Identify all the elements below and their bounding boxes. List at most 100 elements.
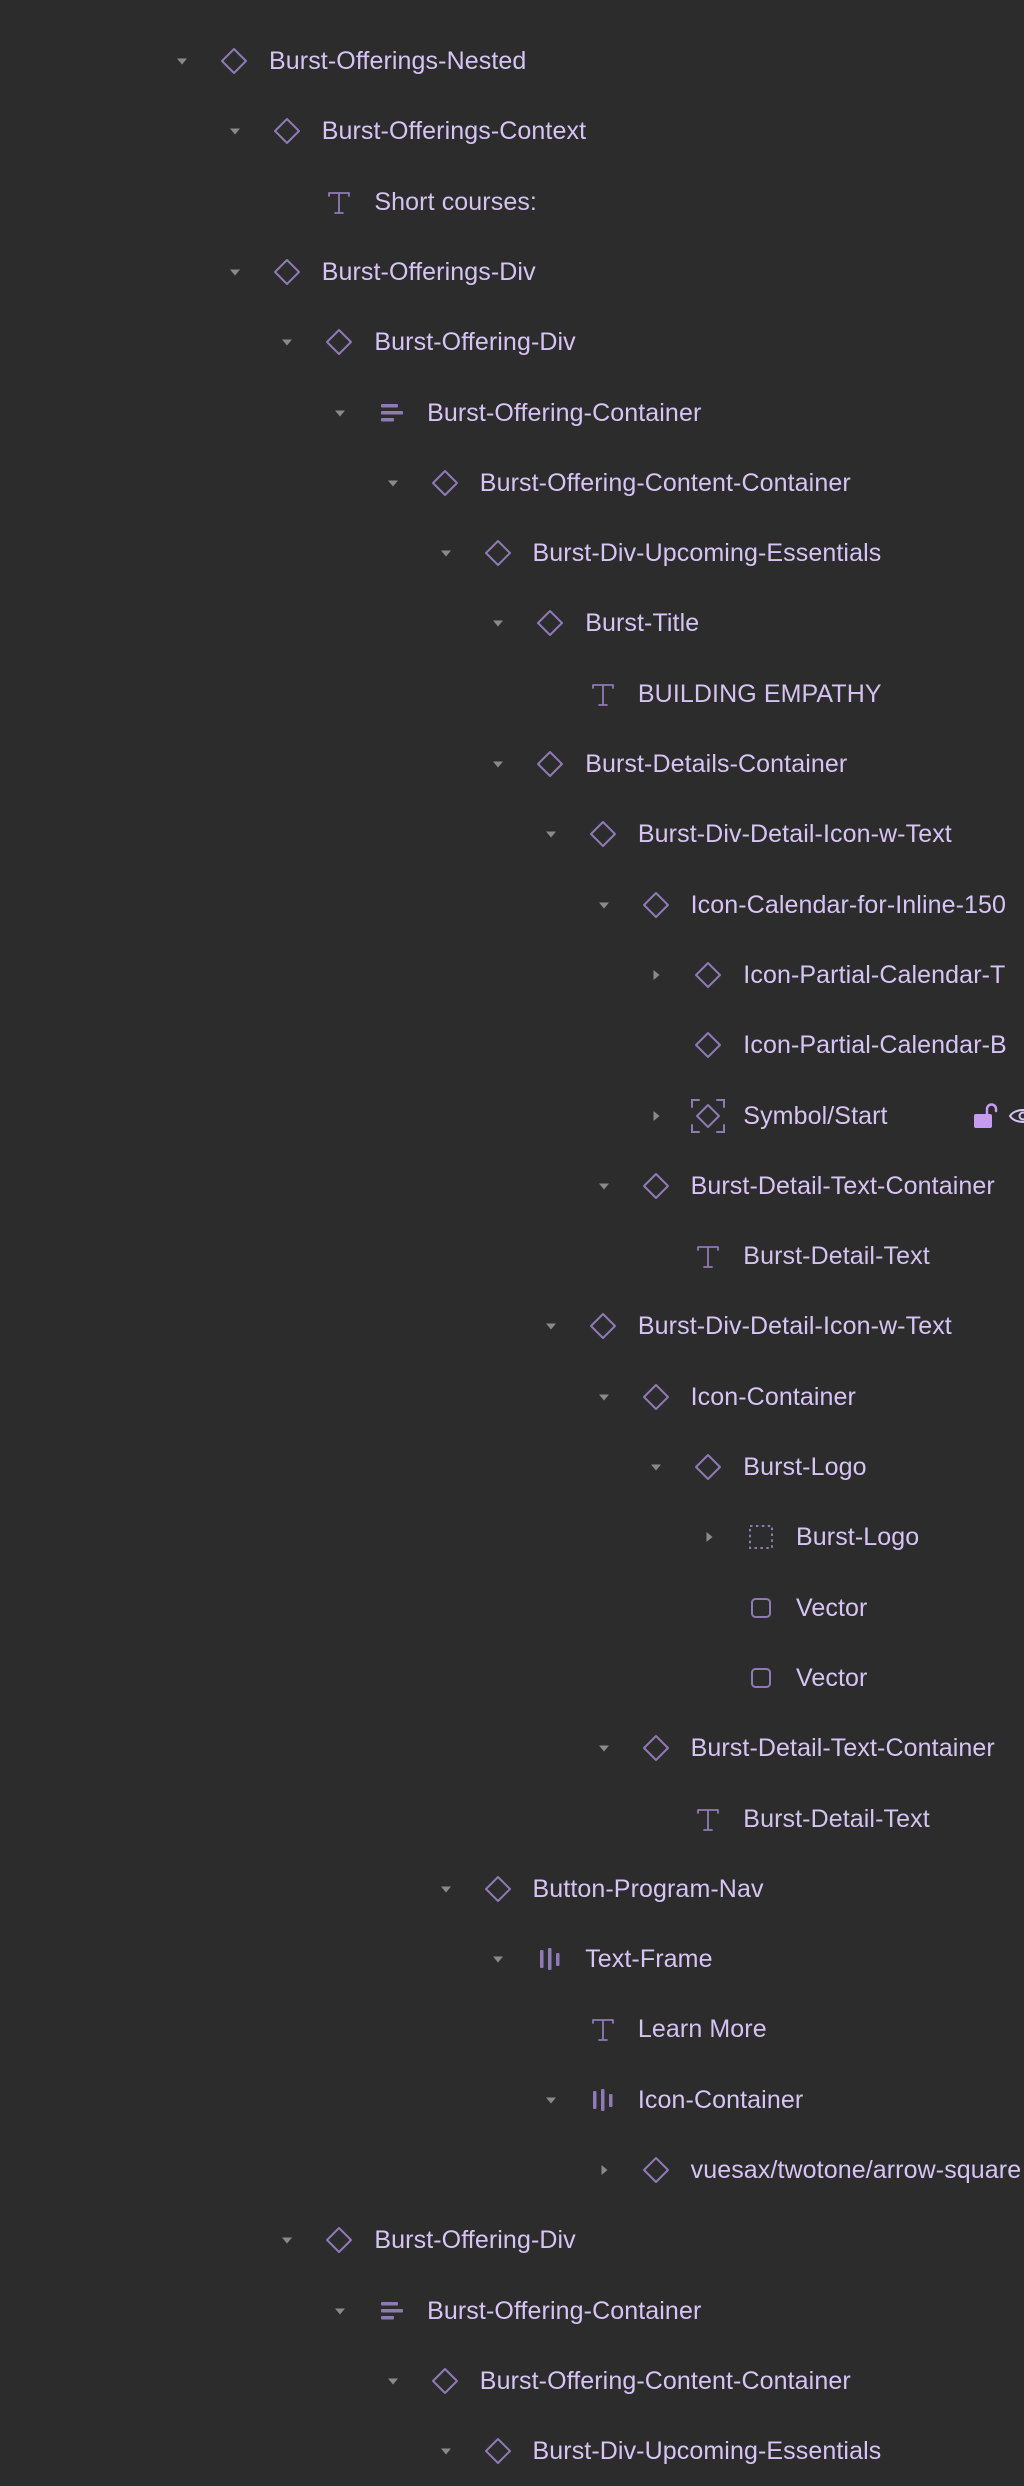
component-diamond-icon <box>640 1381 672 1413</box>
layer-row[interactable]: Burst-Detail-Text <box>0 1221 1024 1291</box>
layer-row[interactable]: Burst-Offering-Container <box>0 378 1024 448</box>
auto-layout-vertical-icon <box>376 2295 408 2327</box>
layer-row[interactable]: Icon-Partial-Calendar-B <box>0 1010 1024 1080</box>
layer-row[interactable]: Burst-Detail-Text-Container <box>0 1151 1024 1221</box>
chevron-down-icon[interactable] <box>592 893 616 917</box>
chevron-down-icon[interactable] <box>539 822 563 846</box>
component-diamond-icon <box>482 2435 514 2467</box>
layer-name: Burst-Div-Detail-Icon-w-Text <box>638 799 952 869</box>
layer-row[interactable]: Learn More <box>0 1994 1024 2064</box>
chevron-down-icon[interactable] <box>592 1174 616 1198</box>
layer-row[interactable]: Burst-Offering-Div <box>0 2205 1024 2275</box>
layer-name: Burst-Detail-Text <box>743 1784 929 1854</box>
component-diamond-icon <box>534 748 566 780</box>
layer-name: Burst-Offering-Content-Container <box>480 448 851 518</box>
layer-name: Burst-Div-Detail-Icon-w-Text <box>638 1291 952 1361</box>
chevron-down-icon[interactable] <box>592 1736 616 1760</box>
component-diamond-icon <box>271 256 303 288</box>
chevron-down-icon[interactable] <box>223 260 247 284</box>
layer-row[interactable]: Burst-Detail-Text <box>0 1784 1024 1854</box>
chevron-down-icon[interactable] <box>592 1385 616 1409</box>
text-icon <box>323 186 355 218</box>
layer-row[interactable]: Burst-Offering-Content-Container <box>0 448 1024 518</box>
layer-row[interactable]: Burst-Offering-Content-Container <box>0 2346 1024 2416</box>
layer-row[interactable]: Burst-Div-Detail-Icon-w-Text <box>0 799 1024 869</box>
layer-row[interactable]: Icon-Container <box>0 2065 1024 2135</box>
chevron-down-icon[interactable] <box>223 119 247 143</box>
layer-row[interactable]: vuesax/twotone/arrow-square <box>0 2135 1024 2205</box>
chevron-right-icon[interactable] <box>644 1104 668 1128</box>
component-diamond-icon <box>692 1451 724 1483</box>
layer-row[interactable]: Burst-Offerings-Nested <box>0 26 1024 96</box>
component-diamond-icon <box>271 115 303 147</box>
layer-name: Icon-Container <box>638 2065 803 2135</box>
chevron-down-icon[interactable] <box>381 471 405 495</box>
layer-name: Burst-Div-Upcoming-Essentials <box>533 518 882 588</box>
component-diamond-icon <box>640 889 672 921</box>
layer-name: Icon-Partial-Calendar-T <box>743 940 1005 1010</box>
layer-row[interactable]: Text-Frame <box>0 1924 1024 1994</box>
chevron-right-icon[interactable] <box>697 1525 721 1549</box>
layer-row[interactable]: Burst-Offering-Div <box>0 307 1024 377</box>
chevron-right-icon[interactable] <box>644 963 668 987</box>
chevron-down-icon[interactable] <box>381 2369 405 2393</box>
layer-name: Burst-Detail-Text-Container <box>691 1151 995 1221</box>
unlock-icon[interactable] <box>970 1101 998 1131</box>
chevron-down-icon[interactable] <box>275 2228 299 2252</box>
chevron-down-icon[interactable] <box>434 541 458 565</box>
chevron-down-icon[interactable] <box>328 401 352 425</box>
chevron-down-icon[interactable] <box>539 2088 563 2112</box>
chevron-right-icon[interactable] <box>592 2158 616 2182</box>
group-dotted-icon <box>745 1521 777 1553</box>
component-diamond-icon <box>429 467 461 499</box>
layer-name: Burst-Offering-Container <box>427 2276 701 2346</box>
layer-row[interactable]: BUILDING EMPATHY <box>0 659 1024 729</box>
layer-row[interactable]: Burst-Details-Container <box>0 729 1024 799</box>
layer-row[interactable]: Burst-Div-Detail-Icon-w-Text <box>0 1291 1024 1361</box>
component-diamond-icon <box>640 1732 672 1764</box>
layer-row[interactable]: Burst-Offering-Container <box>0 2276 1024 2346</box>
layer-row[interactable]: Icon-Partial-Calendar-T <box>0 940 1024 1010</box>
component-diamond-icon <box>534 607 566 639</box>
eye-icon[interactable] <box>1008 1101 1024 1131</box>
layer-name: Learn More <box>638 1994 767 2064</box>
chevron-down-icon[interactable] <box>486 611 510 635</box>
chevron-down-icon[interactable] <box>275 330 299 354</box>
layer-row[interactable]: Symbol/Start <box>0 1081 1024 1151</box>
chevron-down-icon[interactable] <box>328 2299 352 2323</box>
layer-row[interactable]: Burst-Div-Upcoming-Essentials <box>0 518 1024 588</box>
text-icon <box>692 1240 724 1272</box>
auto-layout-horizontal-icon <box>534 1943 566 1975</box>
layer-row[interactable]: Burst-Title <box>0 588 1024 658</box>
layer-name: Burst-Offering-Container <box>427 378 701 448</box>
layer-row[interactable]: Icon-Container <box>0 1362 1024 1432</box>
chevron-down-icon[interactable] <box>434 2439 458 2463</box>
component-diamond-icon <box>640 1170 672 1202</box>
layer-name: Burst-Offerings-Nested <box>269 26 526 96</box>
layer-name: Vector <box>796 1643 867 1713</box>
layer-row[interactable]: Vector <box>0 1643 1024 1713</box>
text-icon <box>692 1803 724 1835</box>
layer-name: Button-Program-Nav <box>533 1854 764 1924</box>
layer-name: Burst-Detail-Text-Container <box>691 1713 995 1783</box>
layer-row[interactable]: Icon-Calendar-for-Inline-150 <box>0 870 1024 940</box>
chevron-down-icon[interactable] <box>170 49 194 73</box>
layer-row[interactable]: Burst-Logo <box>0 1432 1024 1502</box>
component-diamond-icon <box>323 326 355 358</box>
chevron-down-icon[interactable] <box>539 1314 563 1338</box>
layer-row[interactable]: Vector <box>0 1573 1024 1643</box>
chevron-down-icon[interactable] <box>486 1947 510 1971</box>
layer-row[interactable]: Burst-Logo <box>0 1502 1024 1572</box>
chevron-down-icon[interactable] <box>434 1877 458 1901</box>
component-diamond-icon <box>218 45 250 77</box>
chevron-down-icon[interactable] <box>644 1455 668 1479</box>
layer-row[interactable]: Button-Program-Nav <box>0 1854 1024 1924</box>
layer-row[interactable]: Burst-Div-Upcoming-Essentials <box>0 2416 1024 2486</box>
layer-row[interactable]: Burst-Detail-Text-Container <box>0 1713 1024 1783</box>
component-diamond-icon <box>587 1310 619 1342</box>
layer-row[interactable]: Burst-Offerings-Context <box>0 96 1024 166</box>
layer-name: Icon-Calendar-for-Inline-150 <box>691 870 1006 940</box>
layer-row[interactable]: Burst-Offerings-Div <box>0 237 1024 307</box>
layer-row[interactable]: Short courses: <box>0 167 1024 237</box>
chevron-down-icon[interactable] <box>486 752 510 776</box>
